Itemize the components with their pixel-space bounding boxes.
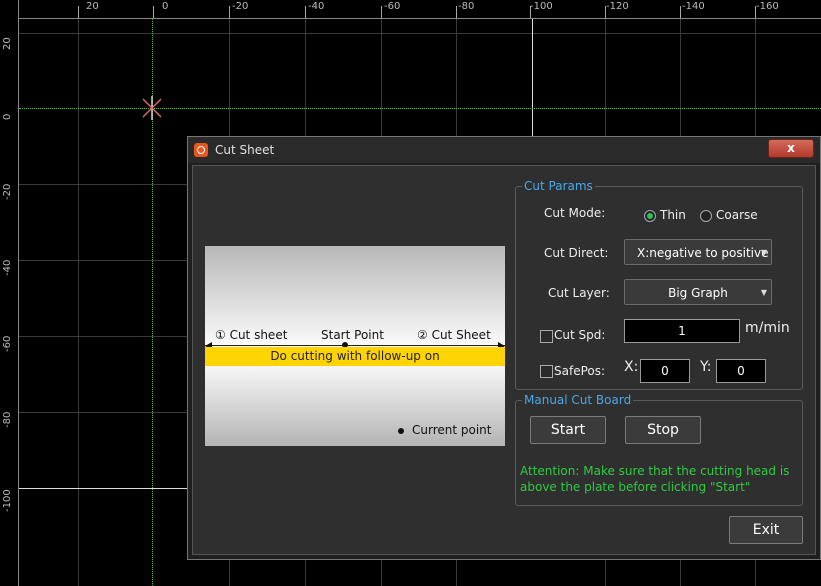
stop-button[interactable]: Stop [625, 416, 701, 444]
cut-spd-unit: m/min [745, 320, 790, 336]
ruler-tick [605, 6, 606, 18]
cut-layer-value: Big Graph [668, 286, 728, 300]
ruler-tick [456, 6, 457, 18]
cut-spd-label[interactable]: Cut Spd: [554, 328, 605, 342]
safepos-x-input[interactable]: 0 [640, 359, 690, 383]
cut-mode-coarse-label[interactable]: Coarse [716, 208, 758, 222]
grid-line [19, 33, 821, 34]
safepos-x-label: X: [624, 359, 639, 375]
follow-up-label: Do cutting with follow-up on [270, 349, 440, 363]
grid-line [78, 19, 79, 586]
safepos-y-input[interactable]: 0 [716, 359, 766, 383]
ruler-tick [229, 6, 230, 18]
ruler-label: -100 [2, 489, 13, 512]
cut-direct-label: Cut Direct: [544, 246, 609, 260]
attention-message: Attention: Make sure that the cutting he… [520, 464, 790, 494]
ruler-label: -40 [308, 1, 325, 12]
current-point-label: Current point [412, 423, 492, 437]
ruler-tick [680, 6, 681, 18]
manual-cut-board-title: Manual Cut Board [522, 393, 634, 407]
cut-mode-thin-radio[interactable] [644, 210, 656, 222]
ruler-label: -80 [458, 1, 475, 12]
ruler-label: -40 [2, 259, 13, 276]
app-logo-icon [194, 143, 208, 157]
plate-edge-vertical [532, 19, 533, 137]
dropdown-arrow-icon: ▼ [760, 288, 767, 297]
cut-mode-coarse-radio[interactable] [700, 210, 712, 222]
ruler-label: -20 [232, 1, 249, 12]
cut-layer-select[interactable]: Big Graph ▼ [624, 279, 772, 305]
cut-sheet-1-label: ① Cut sheet [215, 328, 288, 342]
safepos-y-label: Y: [700, 359, 712, 375]
ruler-tick [530, 6, 531, 18]
cut-params-group: Cut Params Cut Mode: Thin Coarse Cut Dir… [515, 179, 803, 390]
ruler-label: -60 [2, 335, 13, 352]
ruler-label: 0 [2, 113, 13, 120]
ruler-label: -80 [2, 411, 13, 428]
cut-spd-input[interactable]: 1 [624, 319, 740, 343]
ruler-label: -140 [682, 1, 705, 12]
exit-button[interactable]: Exit [729, 516, 803, 544]
ruler-label: -120 [606, 1, 629, 12]
cut-direct-select[interactable]: X:negative to positive ▼ [624, 239, 772, 265]
top-ruler: 20 0 -20 -40 -60 -80 -100 -120 -140 -160 [0, 0, 821, 19]
left-ruler: 20 0 -20 -40 -60 -80 -100 [0, 0, 19, 586]
cut-spd-checkbox[interactable] [540, 330, 553, 343]
ruler-label: 0 [162, 1, 169, 12]
ruler-label: -160 [756, 1, 779, 12]
ruler-tick [305, 6, 306, 18]
plate-edge-horizontal [19, 488, 189, 489]
cut-sheet-dialog: Cut Sheet x ① Cut sheet Start Point ② Cu… [187, 136, 821, 560]
dialog-titlebar[interactable]: Cut Sheet x [188, 137, 820, 163]
close-button[interactable]: x [768, 139, 814, 158]
cut-params-title: Cut Params [522, 179, 595, 193]
cut-direct-value: X:negative to positive [637, 246, 769, 260]
cut-mode-thin-label[interactable]: Thin [660, 208, 686, 222]
start-point-label: Start Point [321, 328, 384, 342]
current-point-dot [398, 428, 404, 434]
dialog-body: ① Cut sheet Start Point ② Cut Sheet Do c… [192, 165, 816, 555]
ruler-label: 20 [86, 1, 99, 12]
dialog-title: Cut Sheet [215, 143, 275, 157]
ruler-label: -20 [2, 183, 13, 200]
cut-mode-label: Cut Mode: [544, 206, 606, 220]
safepos-checkbox[interactable] [540, 365, 553, 378]
ruler-tick [755, 6, 756, 18]
safepos-label[interactable]: SafePos: [554, 364, 605, 378]
cut-preview-image: ① Cut sheet Start Point ② Cut Sheet Do c… [205, 246, 505, 446]
ruler-label: -60 [384, 1, 401, 12]
start-button[interactable]: Start [530, 416, 606, 444]
ruler-tick [153, 6, 154, 18]
cutting-head-cursor-icon [142, 96, 162, 120]
cut-layer-label: Cut Layer: [548, 286, 610, 300]
ruler-label: -100 [530, 1, 553, 12]
dropdown-arrow-icon: ▼ [760, 248, 767, 257]
cut-sheet-2-label: ② Cut Sheet [417, 328, 491, 342]
ruler-tick [381, 6, 382, 18]
ruler-tick [78, 6, 79, 18]
manual-cut-board-group: Manual Cut Board Start Stop Attention: M… [515, 393, 803, 506]
ruler-label: 20 [2, 37, 13, 50]
